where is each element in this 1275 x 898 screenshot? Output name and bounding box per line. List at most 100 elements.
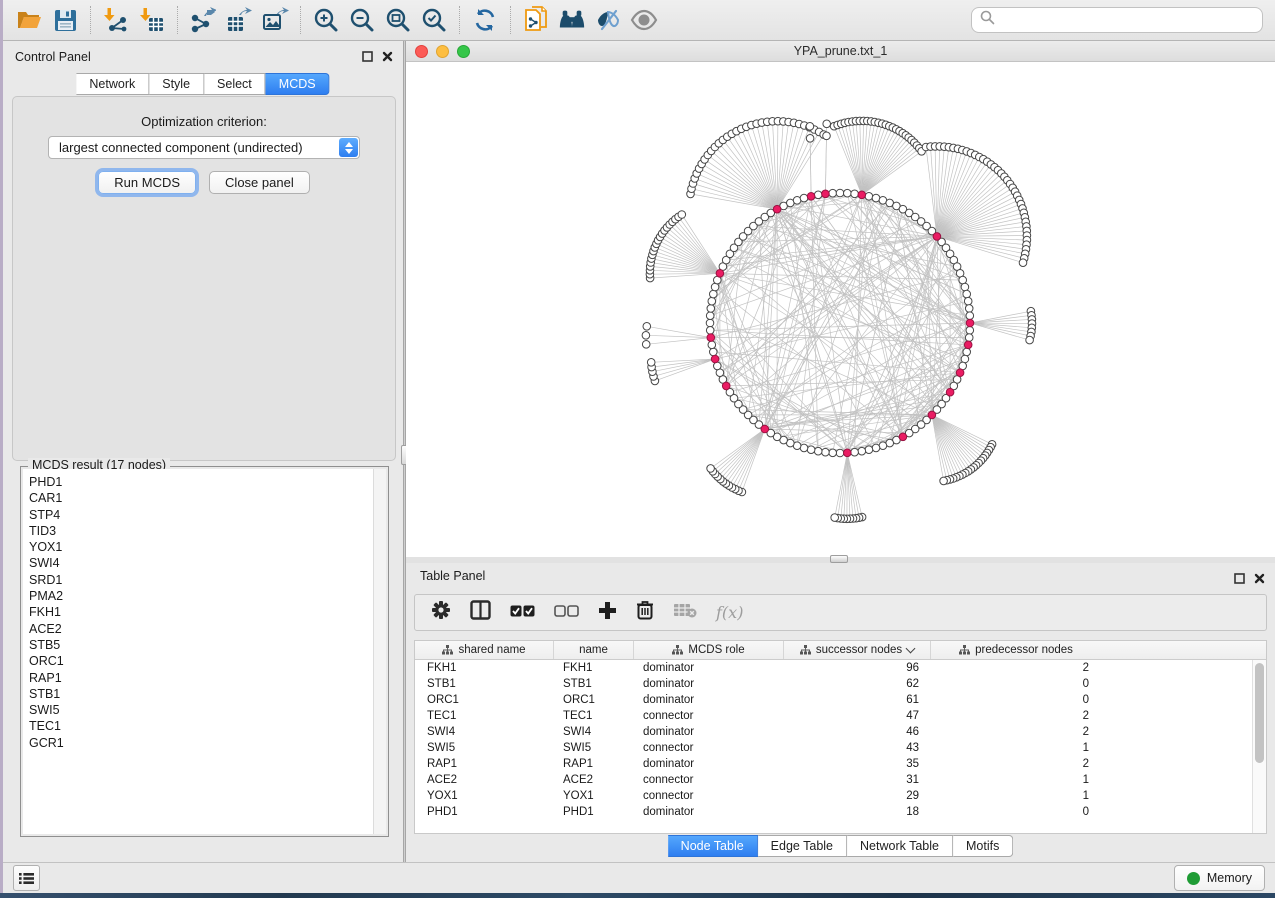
import-network-icon[interactable] (102, 6, 130, 34)
delete-table-icon[interactable] (673, 602, 697, 623)
mcds-result-scrollbar[interactable] (373, 469, 386, 834)
dropdown-stepper-icon (339, 138, 358, 157)
cell-predecessor-nodes: 2 (931, 662, 1101, 674)
zoom-fit-icon[interactable] (384, 6, 412, 34)
control-panel-tab[interactable]: MCDS (266, 73, 330, 95)
export-image-icon[interactable] (261, 6, 289, 34)
table-row[interactable]: SWI5 SWI5 connector 43 1 (415, 740, 1266, 756)
hide-panels-icon[interactable] (594, 6, 622, 34)
table-row[interactable]: PHD1 PHD1 dominator 18 0 (415, 804, 1266, 820)
control-panel-tab[interactable]: Select (204, 73, 266, 95)
mcds-result-item[interactable]: FKH1 (29, 604, 386, 620)
search-field[interactable] (971, 7, 1263, 33)
toggle-columns-icon[interactable] (470, 600, 491, 625)
table-row[interactable]: ORC1 ORC1 dominator 61 0 (415, 692, 1266, 708)
table-row[interactable]: RAP1 RAP1 dominator 35 2 (415, 756, 1266, 772)
close-panel-icon[interactable] (1254, 571, 1265, 589)
cell-successor-nodes: 47 (784, 710, 931, 722)
table-options-gear-icon[interactable] (431, 600, 451, 625)
show-panels-eye-icon[interactable] (630, 6, 658, 34)
control-panel-tab[interactable]: Network (76, 73, 149, 95)
table-row[interactable]: YOX1 YOX1 connector 29 1 (415, 788, 1266, 804)
add-column-icon[interactable] (598, 601, 617, 625)
table-panel-tab[interactable]: Motifs (953, 835, 1013, 857)
zoom-in-icon[interactable] (312, 6, 340, 34)
toolbar-separator (177, 6, 178, 34)
table-row[interactable]: FKH1 FKH1 dominator 96 2 (415, 660, 1266, 676)
network-canvas[interactable] (406, 62, 1275, 557)
control-panel-tab[interactable]: Style (149, 73, 204, 95)
table-row[interactable]: ACE2 ACE2 connector 31 1 (415, 772, 1266, 788)
apply-function-icon[interactable]: f(x) (716, 603, 743, 622)
close-panel-icon[interactable] (382, 49, 393, 67)
table-column-header[interactable]: shared name (415, 641, 554, 659)
mcds-result-item[interactable]: SWI4 (29, 555, 386, 571)
table-row[interactable]: TEC1 TEC1 connector 47 2 (415, 708, 1266, 724)
save-session-icon[interactable] (51, 6, 79, 34)
search-input[interactable] (995, 12, 1254, 28)
zoom-selected-icon[interactable] (420, 6, 448, 34)
memory-status-icon (1187, 872, 1200, 885)
zoom-out-icon[interactable] (348, 6, 376, 34)
cell-mcds-role: connector (634, 742, 784, 754)
network-graph[interactable] (406, 62, 1275, 557)
cell-predecessor-nodes: 2 (931, 710, 1101, 722)
table-panel-title: Table Panel (420, 569, 485, 583)
toolbar-separator (300, 6, 301, 34)
table-panel-tab[interactable]: Edge Table (758, 835, 847, 857)
float-panel-icon[interactable] (1234, 571, 1245, 589)
criterion-dropdown[interactable]: largest connected component (undirected) (48, 136, 360, 159)
table-column-header[interactable]: successor nodes (784, 641, 931, 659)
mcds-result-item[interactable]: PMA2 (29, 588, 386, 604)
mcds-result-item[interactable]: TID3 (29, 523, 386, 539)
mcds-result-item[interactable]: YOX1 (29, 539, 386, 555)
close-panel-button[interactable]: Close panel (209, 171, 310, 194)
deselect-all-columns-icon[interactable] (554, 604, 579, 622)
mcds-result-item[interactable]: PHD1 (29, 474, 386, 490)
mcds-result-item[interactable]: GCR1 (29, 735, 386, 751)
mcds-result-item[interactable]: TEC1 (29, 718, 386, 734)
mcds-result-item[interactable]: ORC1 (29, 653, 386, 669)
table-column-header[interactable]: MCDS role (634, 641, 784, 659)
table-scrollbar[interactable] (1252, 660, 1266, 833)
mcds-result-item[interactable]: ACE2 (29, 621, 386, 637)
table-column-header[interactable]: name (554, 641, 634, 659)
mcds-result-item[interactable]: STP4 (29, 507, 386, 523)
open-session-icon[interactable] (15, 6, 43, 34)
mcds-result-item[interactable]: CAR1 (29, 490, 386, 506)
import-table-icon[interactable] (138, 6, 166, 34)
horizontal-splitter-handle[interactable] (830, 555, 848, 563)
refresh-layout-icon[interactable] (471, 6, 499, 34)
clone-network-icon[interactable] (522, 6, 550, 34)
table-scrollbar-thumb[interactable] (1255, 663, 1264, 763)
status-list-button[interactable] (13, 865, 40, 891)
optimization-criterion-label: Optimization criterion: (13, 114, 395, 129)
mcds-result-item[interactable]: STB5 (29, 637, 386, 653)
cell-name: YOX1 (554, 790, 634, 802)
table-row[interactable]: STB1 STB1 dominator 62 0 (415, 676, 1266, 692)
mcds-result-item[interactable]: RAP1 (29, 670, 386, 686)
float-panel-icon[interactable] (362, 49, 373, 67)
table-panel-tab[interactable]: Node Table (668, 835, 758, 857)
mcds-result-item[interactable]: SRD1 (29, 572, 386, 588)
mcds-result-item[interactable]: SWI5 (29, 702, 386, 718)
cell-shared-name: STB1 (415, 678, 554, 690)
export-table-icon[interactable] (225, 6, 253, 34)
cell-successor-nodes: 61 (784, 694, 931, 706)
cell-predecessor-nodes: 2 (931, 758, 1101, 770)
search-network-icon[interactable] (558, 6, 586, 34)
network-titlebar[interactable]: YPA_prune.txt_1 (406, 41, 1275, 62)
export-network-icon[interactable] (189, 6, 217, 34)
table-row[interactable]: SWI4 SWI4 dominator 46 2 (415, 724, 1266, 740)
delete-columns-trash-icon[interactable] (636, 600, 654, 625)
mcds-result-item[interactable]: STB1 (29, 686, 386, 702)
cell-successor-nodes: 35 (784, 758, 931, 770)
table-panel-tab[interactable]: Network Table (847, 835, 953, 857)
run-mcds-button[interactable]: Run MCDS (98, 171, 196, 194)
list-icon (19, 872, 34, 885)
cell-predecessor-nodes: 0 (931, 694, 1101, 706)
table-column-header[interactable]: predecessor nodes (931, 641, 1101, 659)
mcds-result-list[interactable]: PHD1CAR1STP4TID3YOX1SWI4SRD1PMA2FKH1ACE2… (23, 469, 386, 834)
select-all-columns-icon[interactable] (510, 604, 535, 622)
memory-button[interactable]: Memory (1174, 865, 1265, 891)
